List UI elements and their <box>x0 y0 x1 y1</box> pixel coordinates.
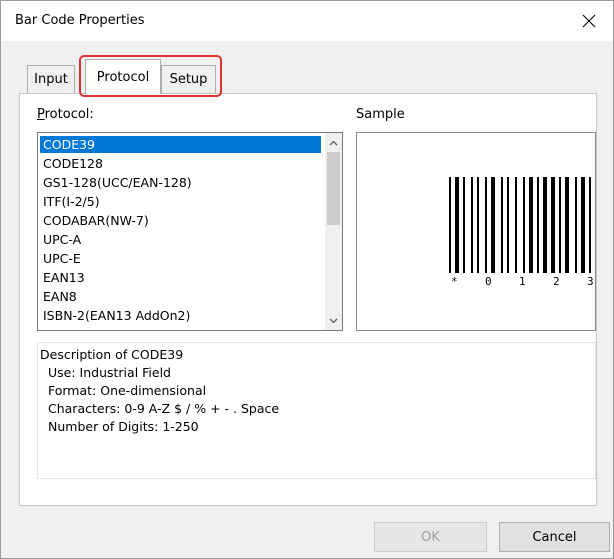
list-item-code39[interactable]: CODE39 <box>40 136 321 153</box>
listbox-scrollbar[interactable] <box>325 133 342 330</box>
sample-preview: * 0 1 2 3 <box>356 132 596 331</box>
description-digits: Number of Digits: 1-250 <box>48 419 199 434</box>
scroll-up-button[interactable] <box>325 134 342 151</box>
chevron-down-icon <box>329 318 338 323</box>
list-item-code128[interactable]: CODE128 <box>40 155 321 172</box>
barcode-char: 2 <box>553 275 560 288</box>
title-bar: Bar Code Properties <box>1 1 613 41</box>
window-title: Bar Code Properties <box>15 13 145 28</box>
protocol-listbox[interactable]: CODE39 CODE128 GS1-128(UCC/EAN-128) ITF(… <box>37 132 343 331</box>
tab-input[interactable]: Input <box>27 65 75 93</box>
barcode-char: 0 <box>485 275 492 288</box>
sample-label: Sample <box>356 107 405 122</box>
list-item-codabar[interactable]: CODABAR(NW-7) <box>40 212 321 229</box>
scroll-down-button[interactable] <box>325 312 342 329</box>
barcode-char: 1 <box>519 275 526 288</box>
description-use: Use: Industrial Field <box>48 365 171 380</box>
list-item-ean8[interactable]: EAN8 <box>40 288 321 305</box>
protocol-label: Protocol: <box>37 107 94 122</box>
chevron-up-icon <box>329 140 338 145</box>
cancel-button[interactable]: Cancel <box>499 522 610 552</box>
list-item-gs1-128[interactable]: GS1-128(UCC/EAN-128) <box>40 174 321 191</box>
list-item-ean13[interactable]: EAN13 <box>40 269 321 286</box>
list-item-itf[interactable]: ITF(I-2/5) <box>40 193 321 210</box>
close-button[interactable] <box>567 1 611 41</box>
list-item-upc-a[interactable]: UPC-A <box>40 231 321 248</box>
description-title: Description of CODE39 <box>40 347 184 362</box>
close-icon <box>582 14 596 28</box>
barcode-image <box>449 177 591 273</box>
description-box: Description of CODE39 Use: Industrial Fi… <box>37 342 596 479</box>
barcode-char: 3 <box>587 275 594 288</box>
ok-button[interactable]: OK <box>374 522 487 552</box>
tab-protocol[interactable]: Protocol <box>85 59 161 94</box>
bar-code-properties-dialog: Bar Code Properties Input Protocol Setup… <box>0 0 614 559</box>
tab-setup[interactable]: Setup <box>161 65 216 93</box>
description-format: Format: One-dimensional <box>48 383 207 398</box>
barcode-char: * <box>451 275 458 288</box>
description-characters: Characters: 0-9 A-Z $ / % + - . Space <box>48 401 280 416</box>
list-item-isbn-2[interactable]: ISBN-2(EAN13 AddOn2) <box>40 307 321 324</box>
scrollbar-thumb[interactable] <box>327 152 340 225</box>
list-item-upc-e[interactable]: UPC-E <box>40 250 321 267</box>
